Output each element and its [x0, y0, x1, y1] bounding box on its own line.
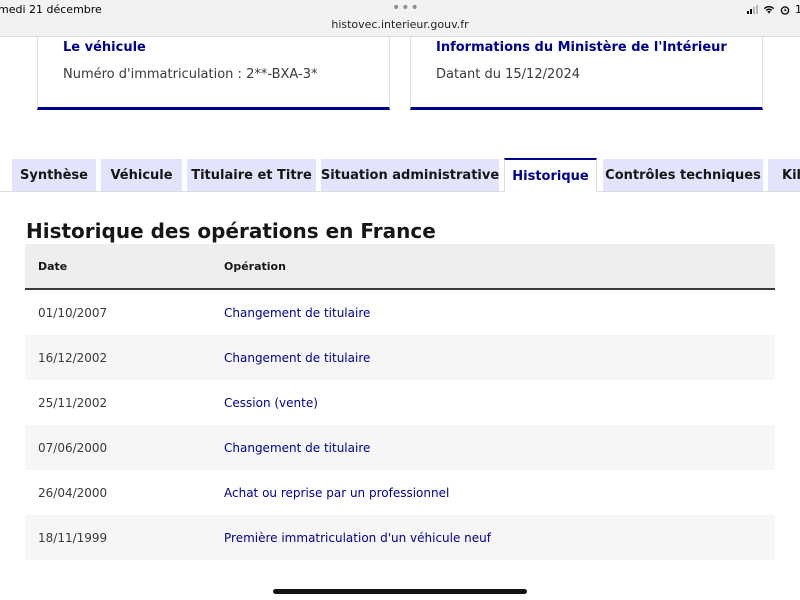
table-header: Date Opération [25, 244, 775, 290]
column-header-date: Date [38, 260, 68, 273]
tab-synthese[interactable]: Synthèse [12, 159, 96, 191]
registration-number: Numéro d'immatriculation : 2**-BXA-3* [63, 67, 318, 82]
tab-controles-techniques[interactable]: Contrôles techniques [603, 159, 763, 191]
row-operation-link[interactable]: Achat ou reprise par un professionnel [224, 486, 449, 500]
data-date: Datant du 15/12/2024 [436, 67, 581, 82]
home-indicator[interactable] [273, 589, 527, 594]
tab-vehicule[interactable]: Véhicule [101, 159, 182, 191]
tab-bar: Synthèse Véhicule Titulaire et Titre Sit… [0, 158, 800, 192]
table-row: 07/06/2000 Changement de titulaire [25, 425, 775, 470]
row-date: 01/10/2007 [38, 306, 108, 320]
tab-historique[interactable]: Historique [504, 158, 597, 192]
status-indicators: 1 [747, 3, 800, 16]
browser-menu-dots-icon[interactable]: ••• [392, 0, 420, 16]
history-panel: Historique des opérations en France Date… [0, 191, 800, 600]
tab-situation-administrative[interactable]: Situation administrative [321, 159, 499, 191]
row-operation-link[interactable]: Changement de titulaire [224, 306, 370, 320]
row-date: 18/11/1999 [38, 531, 108, 545]
table-row: 25/11/2002 Cession (vente) [25, 380, 775, 425]
status-bar: medi 21 décembre ••• 1 [0, 0, 800, 20]
alarm-icon [780, 5, 790, 15]
table-row: 16/12/2002 Changement de titulaire [25, 335, 775, 380]
row-operation-link[interactable]: Cession (vente) [224, 396, 318, 410]
table-row: 18/11/1999 Première immatriculation d'un… [25, 515, 775, 560]
history-table: Date Opération 01/10/2007 Changement de … [25, 244, 775, 560]
row-date: 07/06/2000 [38, 441, 108, 455]
address-bar[interactable]: histovec.interieur.gouv.fr [0, 18, 800, 37]
cellular-signal-icon [747, 5, 758, 14]
tab-titulaire-et-titre[interactable]: Titulaire et Titre [187, 159, 316, 191]
status-date: medi 21 décembre [0, 3, 102, 16]
vehicle-card: Le véhicule Numéro d'immatriculation : 2… [37, 37, 390, 110]
row-date: 16/12/2002 [38, 351, 108, 365]
row-operation-link[interactable]: Changement de titulaire [224, 351, 370, 365]
table-row: 01/10/2007 Changement de titulaire [25, 290, 775, 335]
table-row: 26/04/2000 Achat ou reprise par un profe… [25, 470, 775, 515]
vehicle-card-title: Le véhicule [63, 40, 146, 55]
row-operation-link[interactable]: Première immatriculation d'un véhicule n… [224, 531, 491, 545]
ministry-card: Informations du Ministère de l'Intérieur… [410, 37, 763, 110]
wifi-icon [763, 5, 775, 14]
column-header-operation: Opération [224, 260, 286, 273]
row-date: 26/04/2000 [38, 486, 108, 500]
tab-kilometrage[interactable]: Kilo [768, 159, 800, 191]
battery-indicator: 1 [795, 3, 800, 16]
row-operation-link[interactable]: Changement de titulaire [224, 441, 370, 455]
url-text[interactable]: histovec.interieur.gouv.fr [0, 18, 800, 31]
section-title: Historique des opérations en France [26, 219, 436, 243]
ministry-card-title: Informations du Ministère de l'Intérieur [436, 40, 727, 55]
row-date: 25/11/2002 [38, 396, 108, 410]
